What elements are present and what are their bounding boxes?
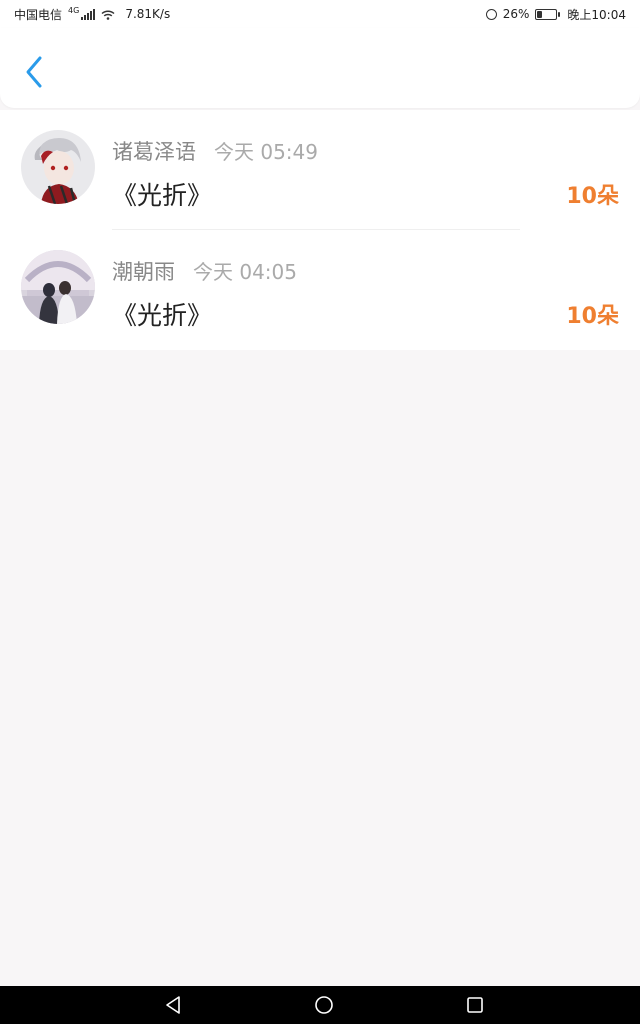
avatar[interactable] <box>21 130 95 204</box>
back-button[interactable] <box>16 52 52 92</box>
sender-name[interactable]: 诸葛泽语 <box>112 136 196 166</box>
wifi-icon <box>101 9 115 20</box>
list-item[interactable]: 潮朝雨 今天 04:05 《光折》 10朵 <box>0 230 640 350</box>
gift-amount: 10朵 <box>566 304 619 329</box>
square-recents-icon <box>467 997 483 1013</box>
avatar[interactable] <box>21 250 95 324</box>
header <box>0 28 640 108</box>
alarm-icon <box>485 8 497 20</box>
nav-recents-button[interactable] <box>464 994 486 1016</box>
signal-icon <box>81 8 96 20</box>
timestamp: 今天 05:49 <box>214 140 318 164</box>
system-nav-bar <box>0 986 640 1024</box>
book-title[interactable]: 《光折》 <box>112 176 212 212</box>
chevron-left-icon <box>26 56 42 88</box>
sender-name[interactable]: 潮朝雨 <box>112 256 175 286</box>
battery-icon <box>535 8 561 20</box>
gift-list: 诸葛泽语 今天 05:49 《光折》 10朵 潮朝雨 今天 04:05 《光折》… <box>0 110 640 350</box>
nav-back-button[interactable] <box>162 994 184 1016</box>
nav-home-button[interactable] <box>313 994 335 1016</box>
status-bar: 中国电信 4G 7.81K/s 26% 晚上10:04 <box>0 0 640 28</box>
book-title[interactable]: 《光折》 <box>112 296 212 332</box>
network-speed: 7.81K/s <box>125 7 171 21</box>
circle-home-icon <box>315 996 333 1014</box>
name-line: 诸葛泽语 今天 05:49 <box>112 136 318 166</box>
triangle-back-icon <box>166 996 180 1014</box>
name-line: 潮朝雨 今天 04:05 <box>112 256 297 286</box>
network-type: 4G <box>68 5 80 15</box>
timestamp: 今天 04:05 <box>193 260 297 284</box>
battery-percent: 26% <box>502 7 530 21</box>
list-item[interactable]: 诸葛泽语 今天 05:49 《光折》 10朵 <box>0 110 640 230</box>
status-left: 中国电信 4G 7.81K/s <box>14 6 170 23</box>
carrier-label: 中国电信 <box>14 7 63 22</box>
status-right: 26% 晚上10:04 <box>485 6 626 23</box>
clock: 晚上10:04 <box>567 7 626 22</box>
gift-amount: 10朵 <box>566 184 619 209</box>
